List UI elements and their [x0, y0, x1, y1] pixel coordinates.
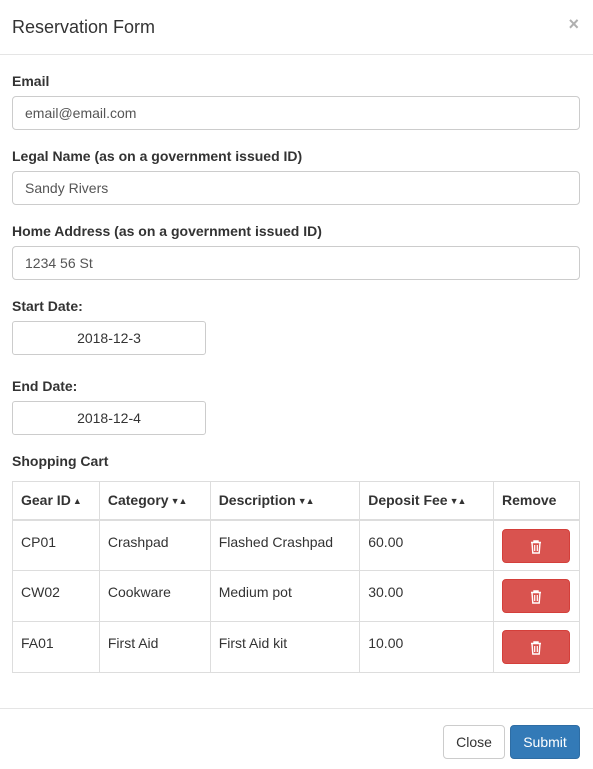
home-address-field[interactable]: 1234 56 St: [12, 246, 580, 280]
trash-icon: [531, 590, 541, 604]
start-date-field[interactable]: 2018-12-3: [12, 321, 206, 355]
cell-category: First Aid: [98, 621, 211, 673]
table-row: FA01 First Aid First Aid kit 10.00: [12, 621, 580, 673]
cell-description: Medium pot: [209, 570, 361, 622]
header-deposit-fee-label: Deposit Fee: [368, 492, 448, 509]
email-field[interactable]: email@email.com: [12, 96, 580, 130]
table-row: CP01 Crashpad Flashed Crashpad 60.00: [12, 519, 580, 571]
cell-gear-id: CW02: [12, 570, 100, 622]
header-gear-id-label: Gear ID: [21, 492, 71, 509]
cell-category: Crashpad: [98, 519, 211, 571]
table-header-row: Gear ID ▲ Category ▼▲ Description ▼▲ Deposi…: [12, 481, 580, 521]
sort-icon[interactable]: ▼▲: [171, 496, 188, 506]
trash-icon: [531, 539, 541, 554]
shopping-cart-title: Shopping Cart: [12, 453, 109, 469]
cell-deposit-fee: 60.00: [359, 519, 494, 571]
table-row: CW02 Cookware Medium pot 30.00: [12, 570, 580, 622]
header-description-label: Description: [218, 492, 296, 509]
sort-icon[interactable]: ▲: [73, 496, 82, 506]
modal-header: Reservation Form ×: [0, 0, 593, 55]
end-date-field[interactable]: 2018-12-4: [12, 401, 206, 435]
trash-icon: [531, 641, 541, 655]
modal-title: Reservation Form: [12, 17, 156, 37]
cell-gear-id: FA01: [12, 621, 100, 673]
remove-item-button[interactable]: [502, 630, 570, 664]
shopping-cart-table: Gear ID ▲ Category ▼▲ Description ▼▲ Deposi…: [12, 481, 580, 673]
cell-remove: [493, 621, 580, 673]
cell-deposit-fee: 10.00: [359, 621, 494, 673]
header-category-label: Category: [107, 492, 169, 509]
close-icon[interactable]: ×: [568, 15, 579, 33]
cell-deposit-fee: 30.00: [359, 570, 494, 622]
cell-remove: [493, 570, 580, 622]
end-date-label: End Date:: [12, 378, 78, 394]
email-label: Email: [12, 73, 50, 89]
remove-item-button[interactable]: [502, 579, 570, 613]
close-button[interactable]: Close: [443, 725, 505, 759]
cell-description: First Aid kit: [209, 621, 361, 673]
legal-name-label: Legal Name (as on a government issued ID…: [12, 148, 303, 164]
sort-icon[interactable]: ▼▲: [298, 496, 315, 506]
cell-category: Cookware: [98, 570, 211, 622]
cell-gear-id: CP01: [12, 519, 100, 571]
cell-description: Flashed Crashpad: [209, 519, 361, 571]
remove-item-button[interactable]: [502, 528, 570, 563]
start-date-label: Start Date:: [12, 298, 83, 314]
legal-name-field[interactable]: Sandy Rivers: [12, 171, 580, 205]
header-remove: Remove: [493, 481, 580, 521]
header-description[interactable]: Description ▼▲: [209, 481, 361, 521]
sort-icon[interactable]: ▼▲: [450, 496, 467, 506]
modal-footer: Close Submit: [0, 708, 593, 769]
header-gear-id[interactable]: Gear ID ▲: [12, 481, 100, 521]
header-deposit-fee[interactable]: Deposit Fee ▼▲: [359, 481, 494, 521]
home-address-label: Home Address (as on a government issued …: [12, 223, 322, 239]
header-category[interactable]: Category ▼▲: [98, 481, 211, 521]
submit-button[interactable]: Submit: [510, 725, 580, 759]
cell-remove: [493, 519, 580, 571]
